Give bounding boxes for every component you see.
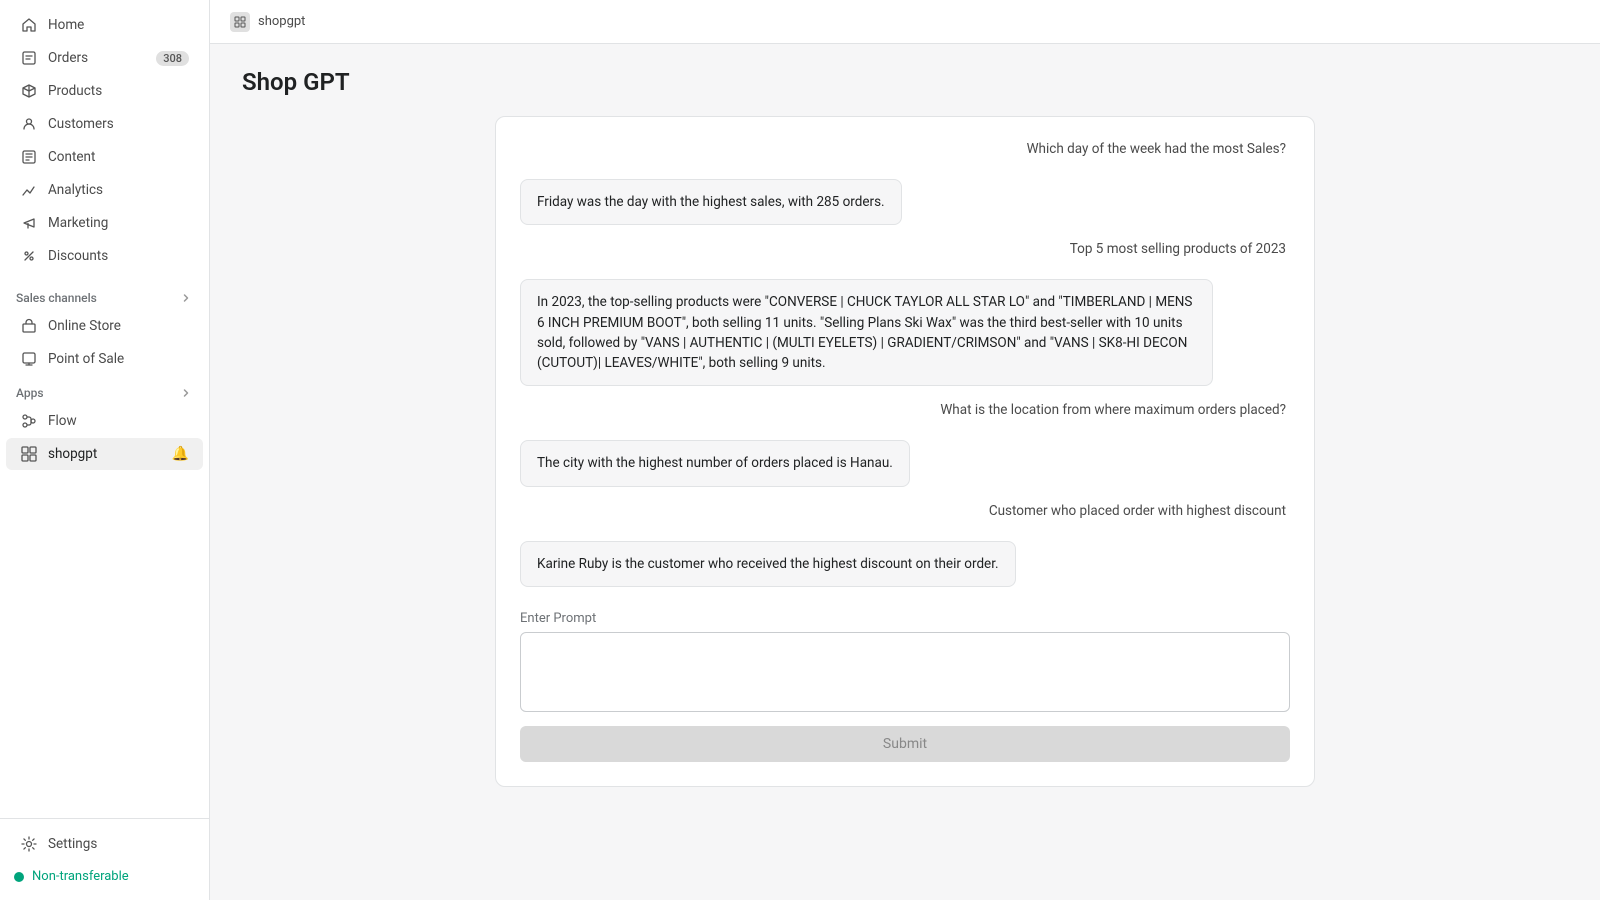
content-area: Shop GPT Which day of the week had the m… (210, 44, 1600, 900)
page-title: Shop GPT (242, 68, 1568, 96)
sidebar-item-point-of-sale[interactable]: Point of Sale (6, 343, 203, 375)
sidebar-item-label-marketing: Marketing (48, 215, 108, 231)
shopgpt-nav-item[interactable]: shopgpt 🔔 (6, 438, 203, 470)
apps-section: Apps Flow shopgpt 🔔 (0, 376, 209, 471)
sales-channels-label: Sales channels (16, 291, 97, 305)
sales-channels-chevron-icon[interactable] (179, 291, 193, 305)
shopgpt-label: shopgpt (48, 446, 97, 462)
prompt-textarea[interactable] (520, 632, 1290, 712)
sidebar-item-orders[interactable]: Orders 308 (6, 42, 203, 74)
pos-icon (20, 350, 38, 368)
marketing-icon (20, 214, 38, 232)
question-row-1: Top 5 most selling products of 2023 (520, 241, 1290, 263)
app-icon (230, 12, 250, 32)
sidebar-item-customers[interactable]: Customers (6, 108, 203, 140)
question-text-1: Top 5 most selling products of 2023 (1070, 241, 1290, 257)
answer-bubble-0: Friday was the day with the highest sale… (520, 179, 902, 225)
sidebar-item-label-analytics: Analytics (48, 182, 103, 198)
question-row-0: Which day of the week had the most Sales… (520, 141, 1290, 163)
products-icon (20, 82, 38, 100)
answer-bubble-1: In 2023, the top-selling products were "… (520, 279, 1213, 386)
sales-channels-section: Sales channels Online Store Point of Sal… (0, 281, 209, 376)
non-transferable-dot-icon (14, 872, 24, 882)
submit-button[interactable]: Submit (520, 726, 1290, 762)
question-text-0: Which day of the week had the most Sales… (1027, 141, 1290, 157)
main-nav: Home Orders 308 Products Customers Conte… (0, 0, 209, 281)
question-row-2: What is the location from where maximum … (520, 402, 1290, 424)
question-text-2: What is the location from where maximum … (940, 402, 1290, 418)
top-bar: shopgpt (210, 0, 1600, 44)
main-content: shopgpt Shop GPT Which day of the week h… (210, 0, 1600, 900)
sidebar-item-label-products: Products (48, 83, 102, 99)
sidebar-item-content[interactable]: Content (6, 141, 203, 173)
sidebar-item-home[interactable]: Home (6, 9, 203, 41)
content-icon (20, 148, 38, 166)
sidebar-item-label-orders: Orders (48, 50, 88, 66)
apps-chevron-icon[interactable] (179, 386, 193, 400)
settings-label: Settings (48, 836, 97, 852)
answer-row-1: In 2023, the top-selling products were "… (520, 279, 1290, 386)
chat-messages: Which day of the week had the most Sales… (520, 141, 1290, 587)
badge-orders: 308 (156, 51, 189, 66)
settings-icon (20, 835, 38, 853)
sidebar-item-analytics[interactable]: Analytics (6, 174, 203, 206)
sidebar-item-label-content: Content (48, 149, 95, 165)
breadcrumb: shopgpt (258, 14, 305, 29)
sidebar-item-label-customers: Customers (48, 116, 114, 132)
discounts-icon (20, 247, 38, 265)
sidebar-item-products[interactable]: Products (6, 75, 203, 107)
customers-icon (20, 115, 38, 133)
answer-bubble-2: The city with the highest number of orde… (520, 440, 910, 486)
sidebar-item-label-point-of-sale: Point of Sale (48, 351, 124, 367)
sidebar-item-label-online-store: Online Store (48, 318, 121, 334)
chat-container: Which day of the week had the most Sales… (495, 116, 1315, 787)
answer-row-0: Friday was the day with the highest sale… (520, 179, 1290, 225)
sales-channels-header: Sales channels (0, 281, 209, 309)
non-transferable-item[interactable]: Non-transferable (0, 861, 209, 892)
online-store-icon (20, 317, 38, 335)
prompt-label: Enter Prompt (520, 611, 1290, 626)
bell-icon: 🔔 (172, 446, 189, 462)
prompt-section: Enter Prompt Submit (520, 611, 1290, 762)
shopgpt-icon (20, 445, 38, 463)
answer-bubble-3: Karine Ruby is the customer who received… (520, 541, 1016, 587)
sidebar: Home Orders 308 Products Customers Conte… (0, 0, 210, 900)
sidebar-item-marketing[interactable]: Marketing (6, 207, 203, 239)
sidebar-item-discounts[interactable]: Discounts (6, 240, 203, 272)
non-transferable-label: Non-transferable (32, 869, 129, 884)
sidebar-item-label-flow: Flow (48, 413, 77, 429)
settings-nav-item[interactable]: Settings (6, 828, 203, 860)
flow-icon (20, 412, 38, 430)
sidebar-item-online-store[interactable]: Online Store (6, 310, 203, 342)
orders-icon (20, 49, 38, 67)
question-text-3: Customer who placed order with highest d… (989, 503, 1290, 519)
answer-row-3: Karine Ruby is the customer who received… (520, 541, 1290, 587)
home-icon (20, 16, 38, 34)
sidebar-item-flow[interactable]: Flow (6, 405, 203, 437)
analytics-icon (20, 181, 38, 199)
sidebar-bottom: Settings Non-transferable (0, 818, 209, 900)
sidebar-item-label-home: Home (48, 17, 84, 33)
question-row-3: Customer who placed order with highest d… (520, 503, 1290, 525)
answer-row-2: The city with the highest number of orde… (520, 440, 1290, 486)
apps-header: Apps (0, 376, 209, 404)
sidebar-item-label-discounts: Discounts (48, 248, 108, 264)
apps-label: Apps (16, 386, 44, 400)
